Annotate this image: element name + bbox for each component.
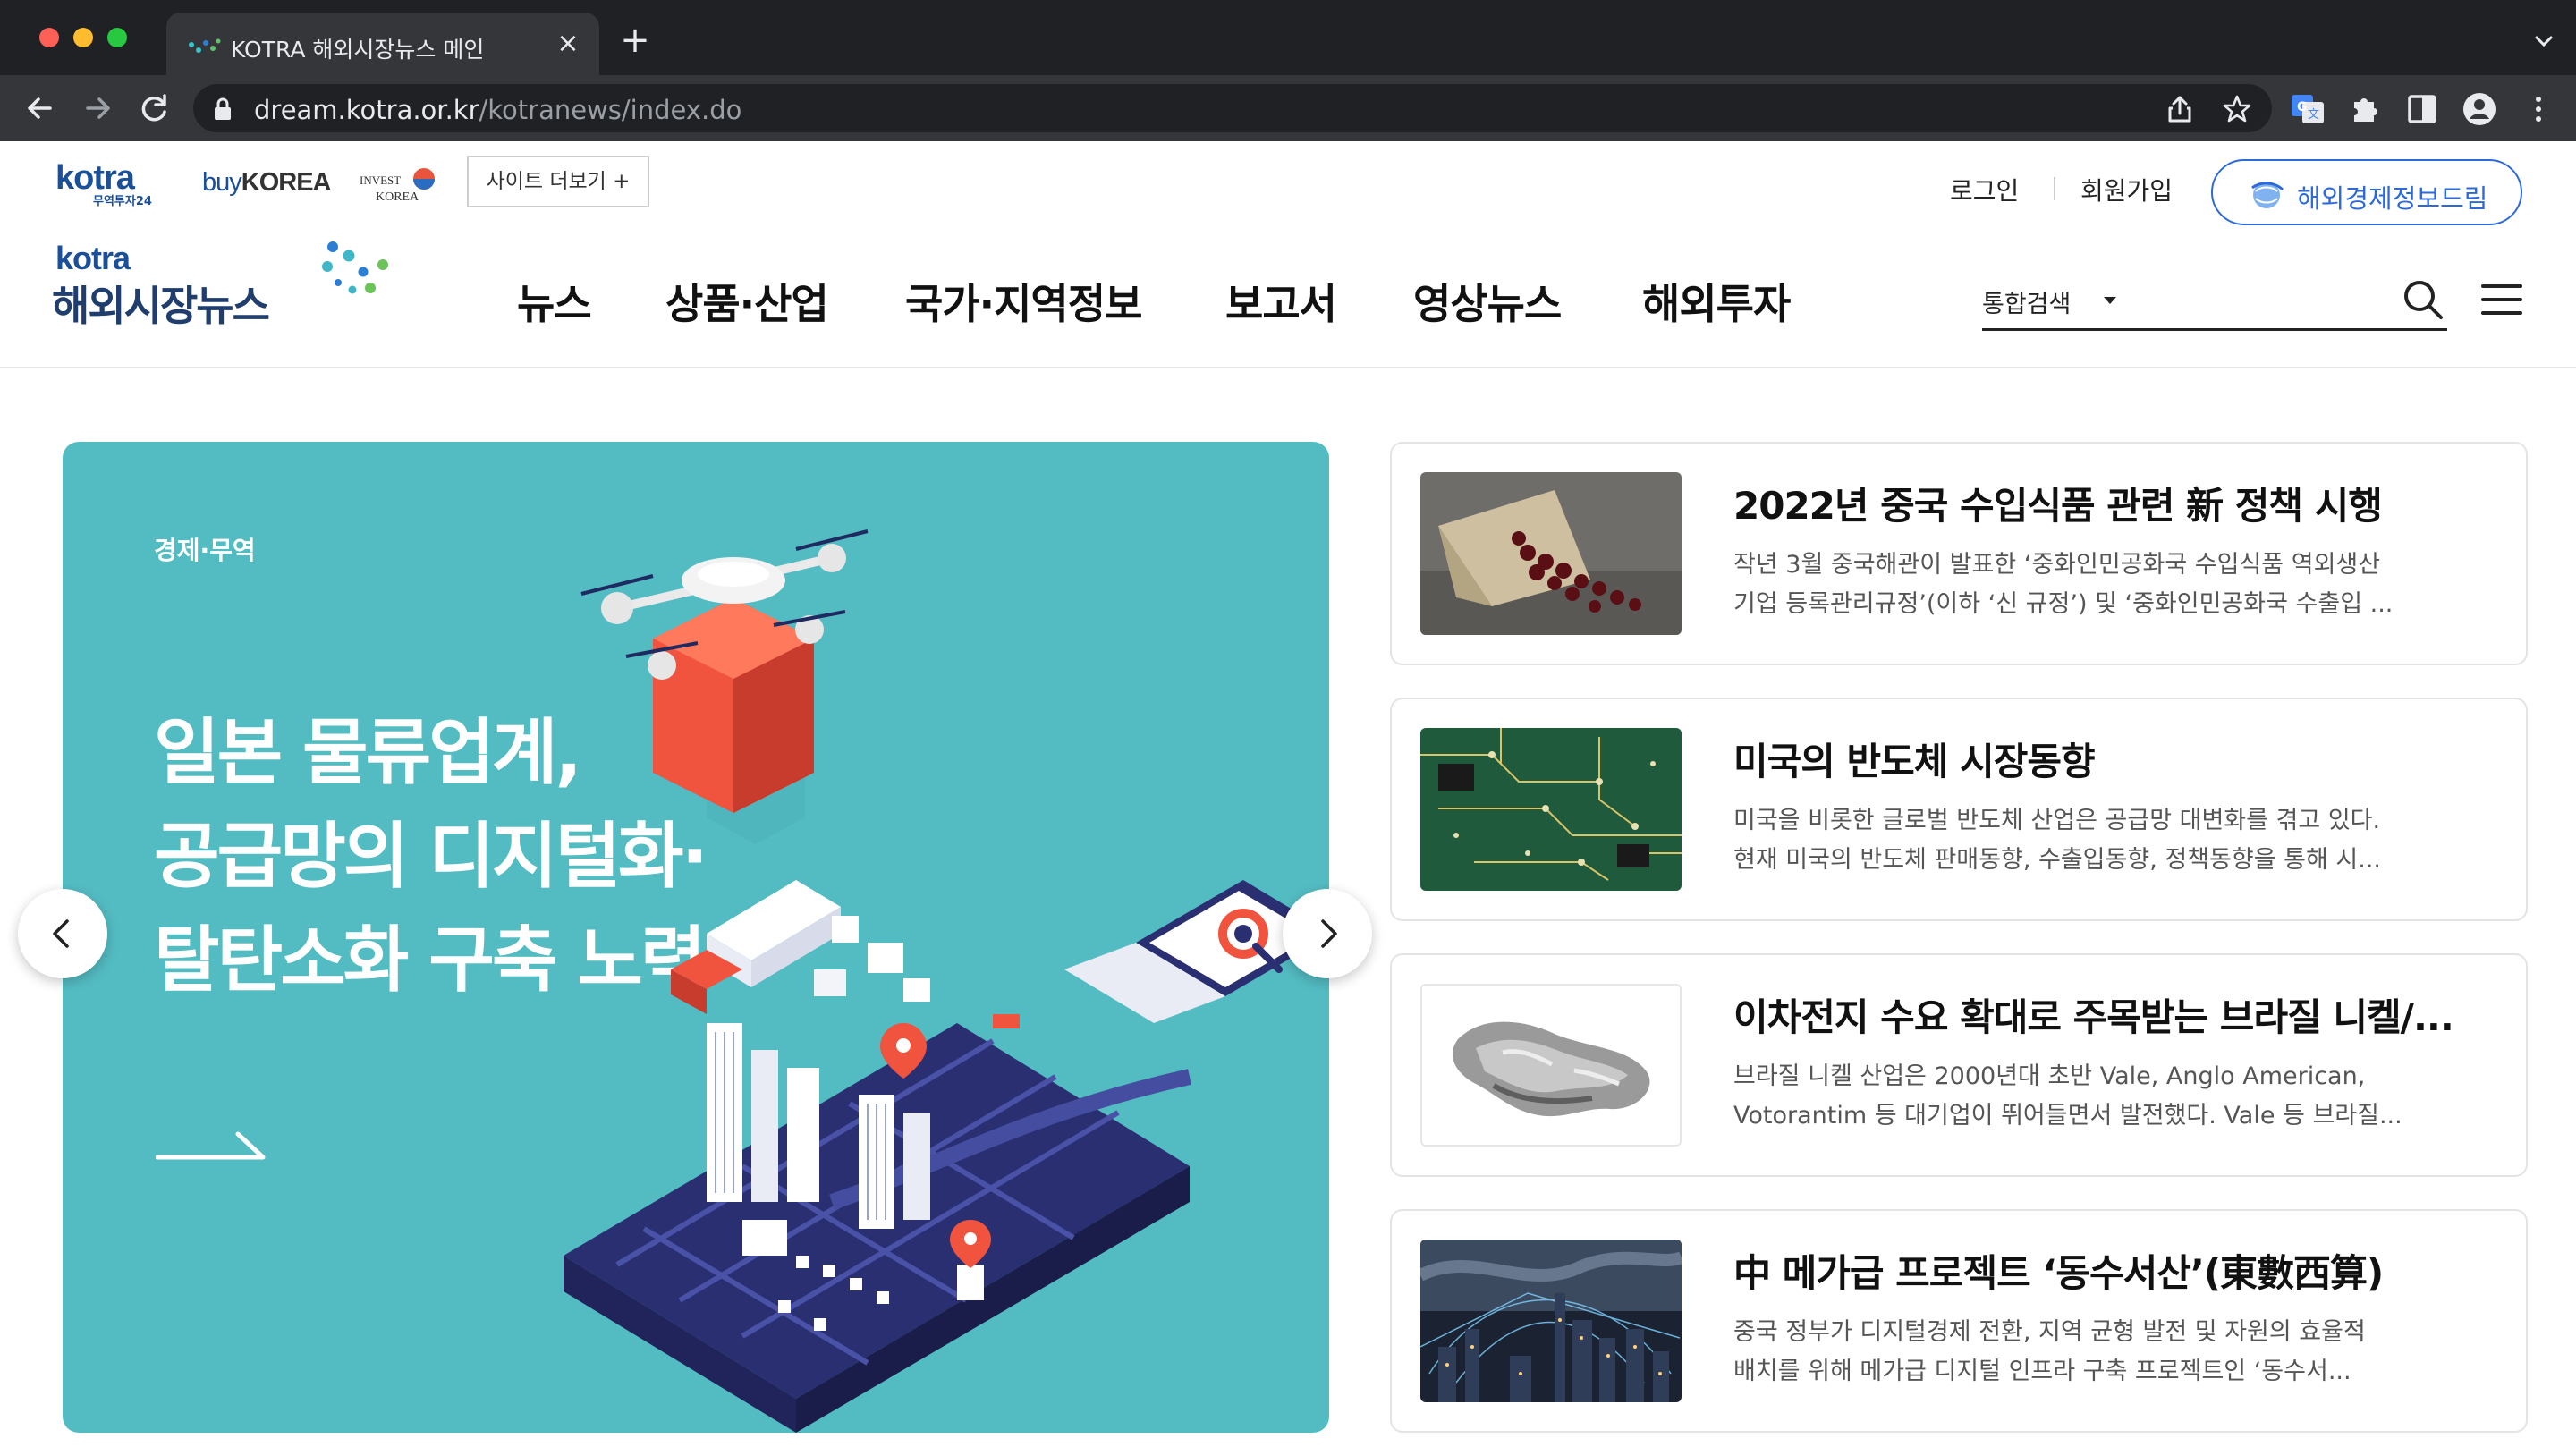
main-site-logo[interactable]: kotra 해외시장뉴스	[52, 234, 392, 333]
main-logo-kotra: kotra	[55, 240, 131, 276]
search-input[interactable]	[2143, 279, 2394, 322]
news-card[interactable]: 이차전지 수요 확대로 주목받는 브라질 니켈/... 브라질 니켈 산업은 2…	[1390, 953, 2528, 1177]
nav-item-news[interactable]: 뉴스	[517, 272, 592, 331]
nav-item-overseas-investment[interactable]: 해외투자	[1642, 272, 1791, 331]
chevron-left-icon	[53, 919, 69, 948]
tab-close-icon[interactable]: ×	[553, 29, 583, 59]
address-bar[interactable]: dream.kotra.or.kr/kotranews/index.do	[193, 84, 2272, 132]
hamburger-menu-icon[interactable]	[2479, 277, 2524, 322]
hero-category: 경제·무역	[154, 536, 256, 565]
site-more-button[interactable]: 사이트 더보기 +	[467, 156, 649, 207]
nav-item-country-region[interactable]: 국가·지역정보	[905, 272, 1142, 331]
dream-button-label: 해외경제정보드림	[2297, 183, 2488, 214]
search-icon[interactable]	[2401, 277, 2445, 322]
buykorea-logo[interactable]: buyKOREA	[202, 168, 331, 198]
share-icon[interactable]	[2165, 94, 2195, 124]
translate-icon[interactable]: G 文	[2290, 91, 2326, 127]
hero-more-arrow-icon[interactable]	[156, 1121, 268, 1166]
news-title[interactable]: 中 메가급 프로젝트 ‘동수서산’(東數西算)	[1733, 1243, 2503, 1298]
overseas-economy-dream-button[interactable]: 해외경제정보드림	[2211, 159, 2522, 225]
news-card[interactable]: 2022년 중국 수입식품 관련 新 정책 시행 작년 3월 중국해관이 발표한…	[1390, 442, 2528, 665]
site-header: kotra 무역투자24 buyKOREA INVEST KOREA 사이트 더…	[0, 141, 2576, 368]
back-arrow-icon[interactable]	[20, 88, 61, 129]
caret-down-icon[interactable]	[2104, 297, 2116, 304]
bookmark-star-icon[interactable]	[2222, 94, 2252, 124]
search-scope-select[interactable]: 통합검색	[1982, 284, 2071, 319]
nav-item-video-news[interactable]: 영상뉴스	[1413, 272, 1562, 331]
browser-menu-icon[interactable]	[2521, 91, 2556, 127]
new-tab-button[interactable]: +	[617, 22, 653, 59]
search-bar: 통합검색	[1982, 272, 2447, 331]
chevron-right-icon	[1321, 919, 1337, 948]
investkorea-logo[interactable]: INVEST KOREA	[360, 163, 438, 209]
browser-toolbar: dream.kotra.or.kr/kotranews/index.do G 文	[0, 75, 2576, 141]
side-panel-icon[interactable]	[2404, 91, 2440, 127]
news-title[interactable]: 미국의 반도체 시장동향	[1733, 732, 2503, 786]
url-text: dream.kotra.or.kr/kotranews/index.do	[254, 95, 742, 125]
login-link[interactable]: 로그인	[1950, 172, 2019, 207]
tab-search-chevron-icon[interactable]	[2529, 27, 2558, 55]
hero-slide[interactable]: 경제·무역 일본 물류업계, 공급망의 디지털화· 탈탄소화 구축 노력	[63, 442, 1329, 1433]
news-thumbnail-city-network	[1420, 1240, 1682, 1402]
forward-arrow-icon[interactable]	[77, 88, 118, 129]
news-title[interactable]: 이차전지 수요 확대로 주목받는 브라질 니켈/...	[1733, 987, 2503, 1042]
news-card[interactable]: 中 메가급 프로젝트 ‘동수서산’(東數西算) 중국 정부가 디지털경제 전환,…	[1390, 1209, 2528, 1433]
svg-text:INVEST: INVEST	[360, 173, 401, 187]
extensions-puzzle-icon[interactable]	[2347, 91, 2383, 127]
logo-dots-icon	[322, 241, 388, 294]
news-description: 중국 정부가 디지털경제 전환, 지역 균형 발전 및 자원의 효율적 배치를 …	[1733, 1318, 2366, 1385]
window-close-button[interactable]	[39, 28, 59, 47]
news-description: 작년 3월 중국해관이 발표한 ‘중화인민공화국 수입식품 역외생산 기업 등록…	[1733, 551, 2394, 618]
window-maximize-button[interactable]	[107, 28, 127, 47]
news-thumbnail-nickel-ore	[1420, 984, 1682, 1147]
kotra-favicon-icon	[189, 38, 221, 53]
news-thumbnail-circuit-board	[1420, 728, 1682, 891]
svg-text:文: 文	[2308, 108, 2319, 122]
lock-icon[interactable]	[211, 97, 234, 122]
reload-icon[interactable]	[134, 88, 175, 129]
news-title[interactable]: 2022년 중국 수입식품 관련 新 정책 시행	[1733, 476, 2503, 530]
browser-tab-strip: KOTRA 해외시장뉴스 메인 × +	[0, 0, 2576, 75]
tab-title: KOTRA 해외시장뉴스 메인	[231, 37, 485, 63]
signup-link[interactable]: 회원가입	[2080, 172, 2173, 207]
logistics-illustration	[564, 529, 1329, 1433]
carousel-prev-button[interactable]	[18, 889, 107, 978]
news-description: 브라질 니켈 산업은 2000년대 초반 Vale, Anglo America…	[1733, 1062, 2402, 1130]
window-minimize-button[interactable]	[73, 28, 93, 47]
main-logo-title: 해외시장뉴스	[52, 282, 270, 330]
profile-avatar-icon[interactable]	[2462, 91, 2497, 127]
news-description: 미국을 비롯한 글로벌 반도체 산업은 공급망 대변화를 겪고 있다. 현재 미…	[1733, 807, 2381, 874]
svg-text:KOREA: KOREA	[376, 190, 419, 204]
news-thumbnail-coffee-beans	[1420, 472, 1682, 635]
svg-text:G: G	[2297, 100, 2308, 114]
browser-tab-active[interactable]: KOTRA 해외시장뉴스 메인 ×	[166, 13, 599, 75]
nav-item-reports[interactable]: 보고서	[1225, 272, 1337, 331]
globe-icon	[2251, 182, 2284, 208]
kotra-trade-logo-sub: 무역투자24	[93, 195, 152, 208]
carousel-next-button[interactable]	[1283, 889, 1372, 978]
nav-item-products-industry[interactable]: 상품·산업	[665, 272, 829, 331]
news-card[interactable]: 미국의 반도체 시장동향 미국을 비롯한 글로벌 반도체 산업은 공급망 대변화…	[1390, 698, 2528, 921]
header-divider	[2054, 177, 2055, 200]
